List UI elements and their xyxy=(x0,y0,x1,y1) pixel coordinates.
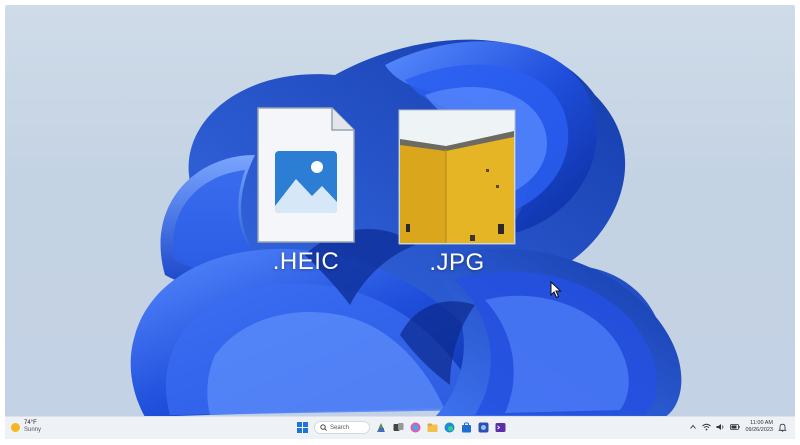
widgets-icon[interactable] xyxy=(376,422,387,433)
jpg-file[interactable]: .JPG xyxy=(398,109,516,277)
clock-time: 11:00 AM xyxy=(750,420,773,426)
file-explorer-icon[interactable] xyxy=(427,422,438,433)
notification-bell-icon[interactable] xyxy=(778,423,787,432)
battery-icon[interactable] xyxy=(730,423,741,431)
volume-icon[interactable] xyxy=(716,423,725,431)
copilot-icon[interactable] xyxy=(410,422,421,433)
system-tray: 11:00 AM 09/26/2023 xyxy=(689,420,787,434)
jpg-thumbnail-icon xyxy=(398,109,516,245)
desktop-screen: .HEIC .JPG 74°F Sunny Search 11:00 AM 09… xyxy=(5,5,795,439)
clock[interactable]: 11:00 AM 09/26/2023 xyxy=(745,420,773,434)
windows-start-icon[interactable] xyxy=(297,422,308,433)
weather-temperature: 74°F xyxy=(24,420,37,426)
heic-file-icon xyxy=(257,107,355,243)
search-icon xyxy=(320,424,327,431)
heic-file-label: .HEIC xyxy=(272,248,340,275)
terminal-icon[interactable] xyxy=(495,422,506,433)
weather-widget[interactable]: 74°F Sunny xyxy=(11,420,41,434)
photos-app-icon[interactable] xyxy=(478,422,489,433)
wifi-icon[interactable] xyxy=(702,423,712,431)
clock-date: 09/26/2023 xyxy=(745,427,773,433)
taskbar-search[interactable]: Search xyxy=(314,421,370,434)
jpg-file-label: .JPG xyxy=(429,249,485,276)
sun-icon xyxy=(11,422,20,432)
heic-file[interactable]: .HEIC xyxy=(256,106,356,276)
weather-condition: Sunny xyxy=(24,427,42,433)
task-view-icon[interactable] xyxy=(393,422,404,433)
edge-browser-icon[interactable] xyxy=(444,422,455,433)
taskbar: 74°F Sunny Search 11:00 AM 09/26/2023 xyxy=(5,416,795,439)
taskbar-center: Search xyxy=(297,421,506,434)
store-icon[interactable] xyxy=(461,422,472,433)
chevron-up-icon[interactable] xyxy=(689,423,697,431)
mouse-cursor-icon xyxy=(550,281,562,299)
search-label: Search xyxy=(330,424,350,431)
